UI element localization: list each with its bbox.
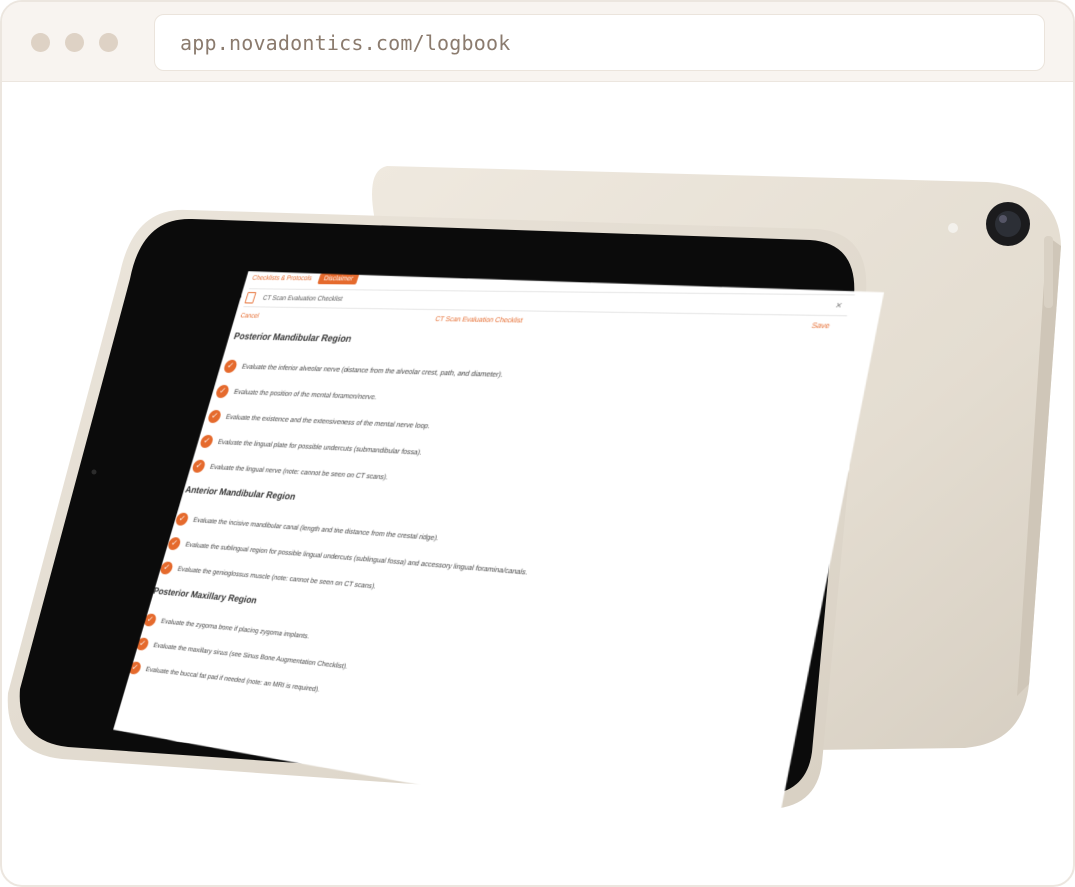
check-icon[interactable]: ✓ <box>199 434 215 447</box>
document-icon <box>244 292 256 303</box>
check-icon[interactable]: ✓ <box>223 359 239 372</box>
check-icon[interactable]: ✓ <box>207 409 223 422</box>
check-icon[interactable]: ✓ <box>191 459 206 473</box>
window-dot-icon[interactable] <box>31 33 50 52</box>
tablet-front-image: Checklists & Protocols Disclaimer CT Sca… <box>2 207 874 813</box>
form-title: CT Scan Evaluation Checklist <box>434 315 524 325</box>
close-icon[interactable]: × <box>834 300 844 311</box>
tab-checklists[interactable]: Checklists & Protocols <box>251 275 313 282</box>
checklist-item-label: Evaluate the existence and the extensive… <box>224 412 432 431</box>
section-title: Posterior Mandibular Region <box>232 331 353 345</box>
checklist-item-label: Evaluate the lingual plate for possible … <box>216 437 424 457</box>
checklist-item-label: Evaluate the position of the mental fora… <box>232 387 379 402</box>
browser-chrome: app.novadontics.com/logbook <box>2 2 1073 82</box>
checklist-item-label: Evaluate the inferior alveolar nerve (di… <box>240 362 505 379</box>
browser-window: app.novadontics.com/logbook Checklists &… <box>0 0 1075 887</box>
window-dot-icon[interactable] <box>65 33 84 52</box>
window-dot-icon[interactable] <box>99 33 118 52</box>
document-name: CT Scan Evaluation Checklist <box>261 294 344 303</box>
checklist-item-label: Evaluate the lingual nerve (note: cannot… <box>209 462 390 482</box>
url-text: app.novadontics.com/logbook <box>180 31 511 55</box>
address-bar[interactable]: app.novadontics.com/logbook <box>154 14 1045 71</box>
save-button[interactable]: Save <box>810 322 831 330</box>
cancel-button[interactable]: Cancel <box>240 312 260 319</box>
tab-disclaimer[interactable]: Disclaimer <box>317 274 360 285</box>
check-icon[interactable]: ✓ <box>215 384 231 397</box>
